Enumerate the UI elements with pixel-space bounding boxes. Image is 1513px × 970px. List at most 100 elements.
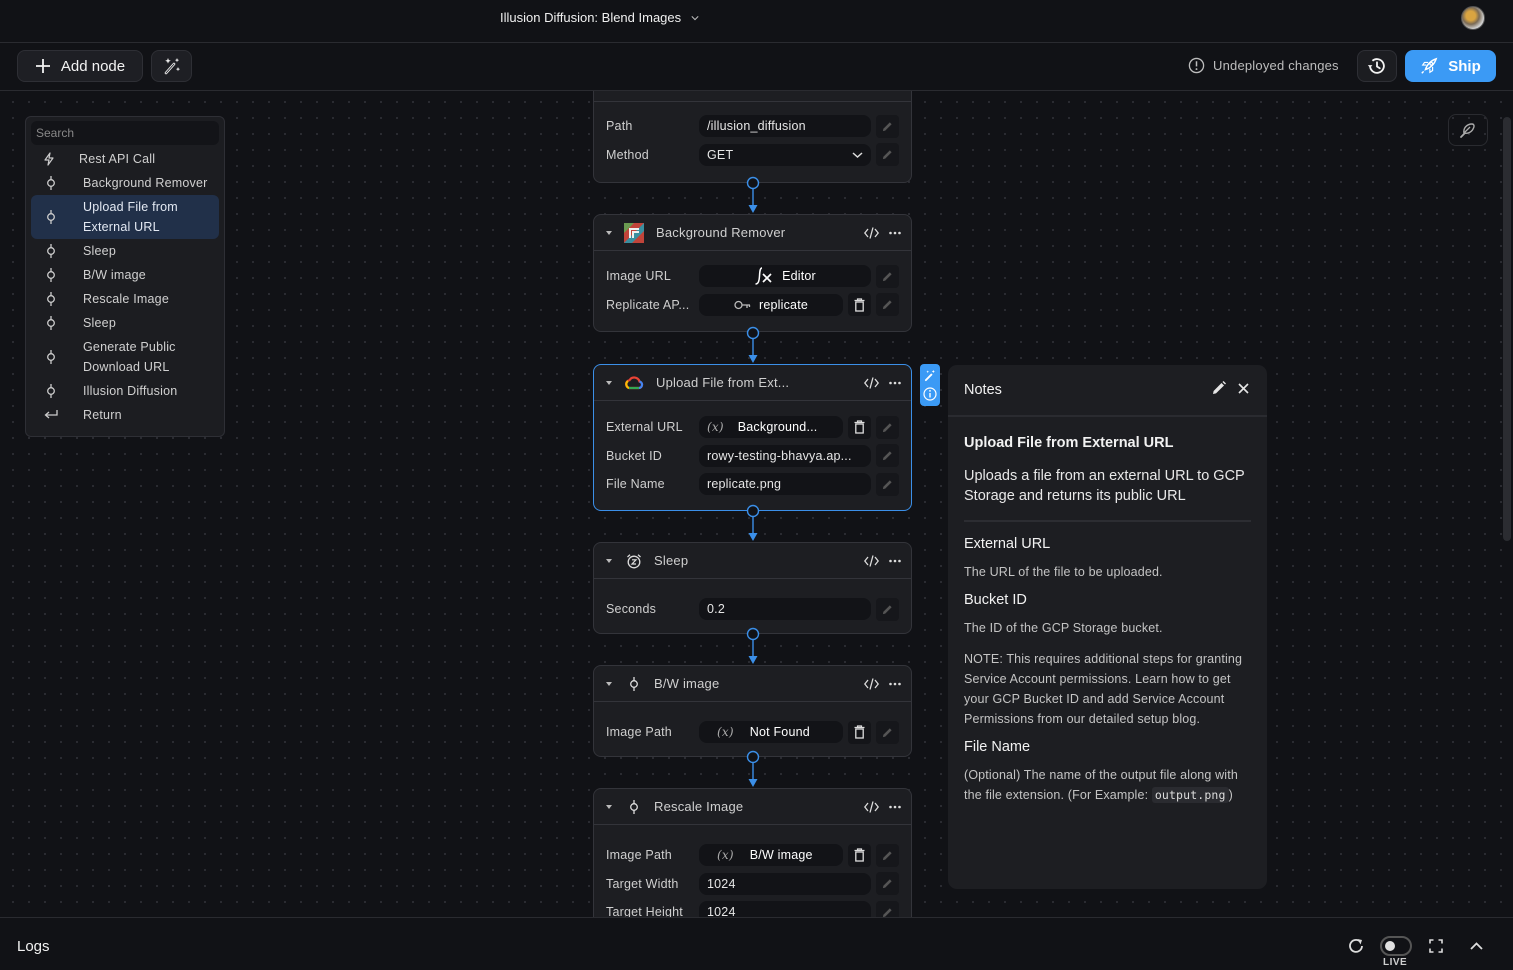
more-options-icon[interactable] (889, 559, 901, 563)
delete-button[interactable] (848, 415, 871, 439)
collapse-caret-icon[interactable] (606, 804, 612, 809)
fullscreen-button[interactable] (1428, 938, 1444, 954)
collapse-caret-icon[interactable] (606, 230, 612, 235)
sidebar-item-return[interactable]: Return (31, 403, 219, 427)
image-path-input[interactable]: (x) Not Found (699, 721, 843, 744)
api-key-input[interactable]: replicate (699, 293, 843, 316)
edit-button[interactable] (876, 444, 899, 468)
field-value: Background... (737, 420, 818, 435)
edit-button[interactable] (876, 114, 899, 138)
image-path-input[interactable]: (x) B/W image (699, 844, 843, 867)
bucket-id-input[interactable]: rowy-testing-bhavya.ap... (699, 444, 871, 467)
pencil-icon (882, 451, 892, 461)
magic-wand-icon[interactable] (924, 369, 937, 382)
more-options-icon[interactable] (889, 231, 901, 235)
sidebar-item-upload-file[interactable]: Upload File from External URL (31, 195, 219, 239)
workflow-canvas[interactable]: Search Rest API Call Background Remover … (0, 91, 1513, 917)
code-icon[interactable] (864, 227, 879, 239)
collapse-caret-icon[interactable] (606, 558, 612, 563)
node-rescale-image[interactable]: Rescale Image Image Path (x) B/W image T… (593, 788, 912, 917)
sidebar-item-sleep-2[interactable]: Sleep (31, 311, 219, 335)
deploy-status: Undeployed changes (1188, 57, 1339, 74)
close-icon[interactable] (1238, 382, 1249, 394)
node-background-remover[interactable]: Background Remover Image URL Editor Repl… (593, 214, 912, 332)
feather-button[interactable] (1448, 114, 1488, 146)
sidebar-item-rest-api-call[interactable]: Rest API Call (31, 147, 219, 171)
code-icon[interactable] (864, 678, 879, 690)
node-icon (624, 797, 644, 817)
pencil-icon[interactable] (1212, 381, 1226, 395)
edge-connector (746, 176, 760, 213)
more-options-icon[interactable] (889, 381, 901, 385)
target-height-input[interactable]: 1024 (699, 901, 871, 917)
notes-title: Notes (964, 382, 1002, 398)
expand-logs-button[interactable] (1468, 940, 1484, 952)
edit-button[interactable] (876, 472, 899, 496)
sidebar-item-background-remover[interactable]: Background Remover (31, 171, 219, 195)
magic-wand-button[interactable] (151, 50, 192, 82)
notes-node-title: Upload File from External URL (964, 435, 1174, 451)
method-select[interactable]: GET (699, 143, 871, 166)
delete-button[interactable] (848, 843, 871, 867)
lightning-icon (31, 152, 67, 166)
refresh-button[interactable] (1346, 936, 1366, 956)
delete-button[interactable] (848, 293, 871, 317)
field-label: Image Path (606, 725, 672, 740)
collapse-caret-icon[interactable] (606, 681, 612, 686)
info-icon[interactable] (923, 387, 937, 401)
edit-button[interactable] (876, 843, 899, 867)
file-name-input[interactable]: replicate.png (699, 473, 871, 496)
seconds-input[interactable]: 0.2 (699, 598, 871, 621)
edit-button[interactable] (876, 597, 899, 621)
sidebar-item-generate-public-url[interactable]: Generate Public Download URL (31, 335, 219, 379)
sidebar-item-rescale-image[interactable]: Rescale Image (31, 287, 219, 311)
node-header: Sleep (594, 543, 911, 579)
sidebar-item-sleep[interactable]: Sleep (31, 239, 219, 263)
node-bw-image[interactable]: B/W image Image Path (x) Not Found (593, 665, 912, 757)
workflow-title: Illusion Diffusion: Blend Images (500, 10, 682, 25)
edit-button[interactable] (876, 143, 899, 167)
notes-panel: Notes Upload File from External URL Uplo… (948, 365, 1267, 889)
history-button[interactable] (1357, 50, 1397, 82)
edit-button[interactable] (876, 415, 899, 439)
workflow-title-dropdown[interactable]: Illusion Diffusion: Blend Images (500, 10, 699, 25)
avatar[interactable] (1461, 6, 1485, 30)
more-options-icon[interactable] (889, 682, 901, 686)
target-width-input[interactable]: 1024 (699, 872, 871, 895)
path-input[interactable]: /illusion_diffusion (699, 115, 871, 138)
edit-button[interactable] (876, 293, 899, 317)
more-options-icon[interactable] (889, 805, 901, 809)
image-url-input[interactable]: Editor (699, 265, 871, 288)
sidebar-item-illusion-diffusion[interactable]: Illusion Diffusion (31, 379, 219, 403)
collapse-caret-icon[interactable] (606, 380, 612, 385)
node-icon (31, 176, 71, 190)
node-sleep[interactable]: Sleep Seconds 0.2 (593, 542, 912, 634)
edit-button[interactable] (876, 720, 899, 744)
node-icon (31, 268, 71, 282)
edit-button[interactable] (876, 872, 899, 896)
node-upload-file[interactable]: Upload File from Ext... External URL (x)… (593, 364, 912, 511)
search-input[interactable]: Search (31, 121, 219, 145)
node-rest-api-call[interactable]: Path /illusion_diffusion Method GET (593, 91, 912, 183)
live-toggle[interactable] (1380, 936, 1412, 956)
edit-button[interactable] (876, 900, 899, 917)
node-icon (624, 674, 644, 694)
node-icon (31, 384, 71, 398)
add-node-button[interactable]: Add node (17, 50, 143, 82)
notes-header: Notes (948, 365, 1267, 417)
external-url-input[interactable]: (x) Background... (699, 416, 843, 439)
delete-button[interactable] (848, 720, 871, 744)
sidebar-item-bw-image[interactable]: B/W image (31, 263, 219, 287)
ship-button[interactable]: Ship (1405, 50, 1496, 82)
field-row: Image Path (x) B/W image (606, 841, 899, 870)
code-icon[interactable] (864, 555, 879, 567)
node-icon (31, 350, 71, 364)
field-label: Image Path (606, 848, 672, 863)
code-icon[interactable] (864, 377, 879, 389)
edit-button[interactable] (876, 264, 899, 288)
key-icon (734, 300, 751, 309)
edge-connector (746, 326, 760, 363)
sidebar-item-label: Generate Public Download URL (83, 340, 176, 374)
vertical-scrollbar[interactable] (1503, 117, 1511, 541)
code-icon[interactable] (864, 801, 879, 813)
